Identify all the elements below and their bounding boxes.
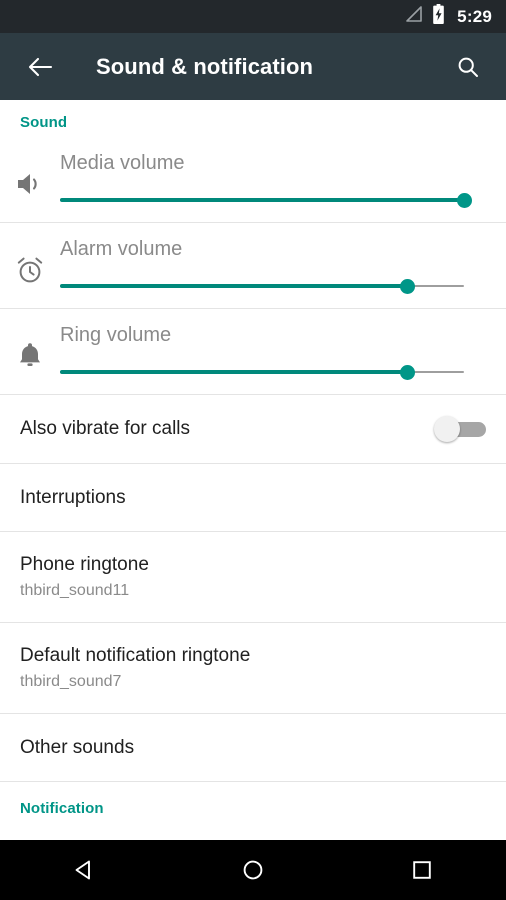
row-texts: Default notification ringtone thbird_sou… <box>20 644 486 692</box>
row-title-interruptions: Interruptions <box>20 486 126 508</box>
section-header-sound: Sound <box>20 114 68 131</box>
back-arrow-icon[interactable] <box>20 47 60 87</box>
row-also-vibrate-for-calls[interactable]: Also vibrate for calls <box>0 395 506 463</box>
slider-label-media-volume: Media volume <box>60 152 185 174</box>
section-header-notification: Notification <box>20 800 104 817</box>
slider-track-fill <box>60 370 408 374</box>
slider-thumb-ring-volume[interactable] <box>400 365 416 380</box>
slider-thumb-media-volume[interactable] <box>457 193 472 208</box>
slider-row-ring-volume[interactable]: Ring volume <box>0 309 506 394</box>
row-other-sounds[interactable]: Other sounds <box>0 714 506 781</box>
signal-triangle-icon <box>404 5 423 28</box>
toggle-thumb <box>434 416 460 442</box>
row-title-other-sounds: Other sounds <box>20 736 135 758</box>
slider-track-media-volume[interactable] <box>60 193 472 208</box>
row-title-default-notification-ringtone: Default notification ringtone <box>20 645 251 666</box>
speaker-volume-icon <box>0 137 60 222</box>
slider-track-ring-volume[interactable] <box>60 365 464 380</box>
battery-charging-icon <box>432 4 445 29</box>
slider-track-fill <box>60 198 464 202</box>
page-title: Sound & notification <box>96 53 314 79</box>
slider-label-ring-volume: Ring volume <box>60 324 172 346</box>
status-bar-icons: 5:29 <box>404 4 492 29</box>
row-interruptions[interactable]: Interruptions <box>0 464 506 531</box>
slider-row-alarm-volume[interactable]: Alarm volume <box>0 223 506 308</box>
row-title-phone-ringtone: Phone ringtone <box>20 554 149 575</box>
slider-label-alarm-volume: Alarm volume <box>60 238 183 260</box>
row-phone-ringtone[interactable]: Phone ringtone thbird_sound11 <box>0 532 506 622</box>
slider-body-media-volume: Media volume <box>60 137 506 208</box>
slider-track-fill <box>60 284 408 288</box>
alarm-clock-icon <box>0 223 60 308</box>
action-bar: Sound & notification <box>0 33 506 100</box>
toggle-also-vibrate-for-calls[interactable] <box>434 416 486 442</box>
settings-scroll-container[interactable]: Sound Media volume Alarm volume Ring vol… <box>0 100 506 840</box>
row-subtitle-phone-ringtone: thbird_sound11 <box>20 582 130 599</box>
row-subtitle-default-notification-ringtone: thbird_sound7 <box>20 673 122 690</box>
system-navigation-bar <box>0 840 506 900</box>
row-title-also-vibrate: Also vibrate for calls <box>20 418 191 439</box>
recents-square-icon[interactable] <box>377 840 467 900</box>
bell-icon <box>0 309 60 394</box>
slider-body-alarm-volume: Alarm volume <box>60 223 506 294</box>
row-default-notification-ringtone[interactable]: Default notification ringtone thbird_sou… <box>0 623 506 713</box>
status-bar: 5:29 <box>0 0 506 33</box>
slider-body-ring-volume: Ring volume <box>60 309 506 380</box>
back-triangle-icon[interactable] <box>39 840 129 900</box>
home-circle-icon[interactable] <box>208 840 298 900</box>
row-texts: Phone ringtone thbird_sound11 <box>20 553 486 601</box>
row-texts: Other sounds <box>20 736 486 760</box>
search-icon[interactable] <box>448 47 488 87</box>
phone-screen: 5:29 Sound & notification Sound Media vo… <box>0 0 506 900</box>
status-bar-clock: 5:29 <box>457 7 492 26</box>
slider-track-alarm-volume[interactable] <box>60 279 464 294</box>
slider-row-media-volume[interactable]: Media volume <box>0 137 506 222</box>
row-texts: Interruptions <box>20 486 486 510</box>
row-texts: Also vibrate for calls <box>20 417 434 441</box>
slider-thumb-alarm-volume[interactable] <box>400 279 416 294</box>
